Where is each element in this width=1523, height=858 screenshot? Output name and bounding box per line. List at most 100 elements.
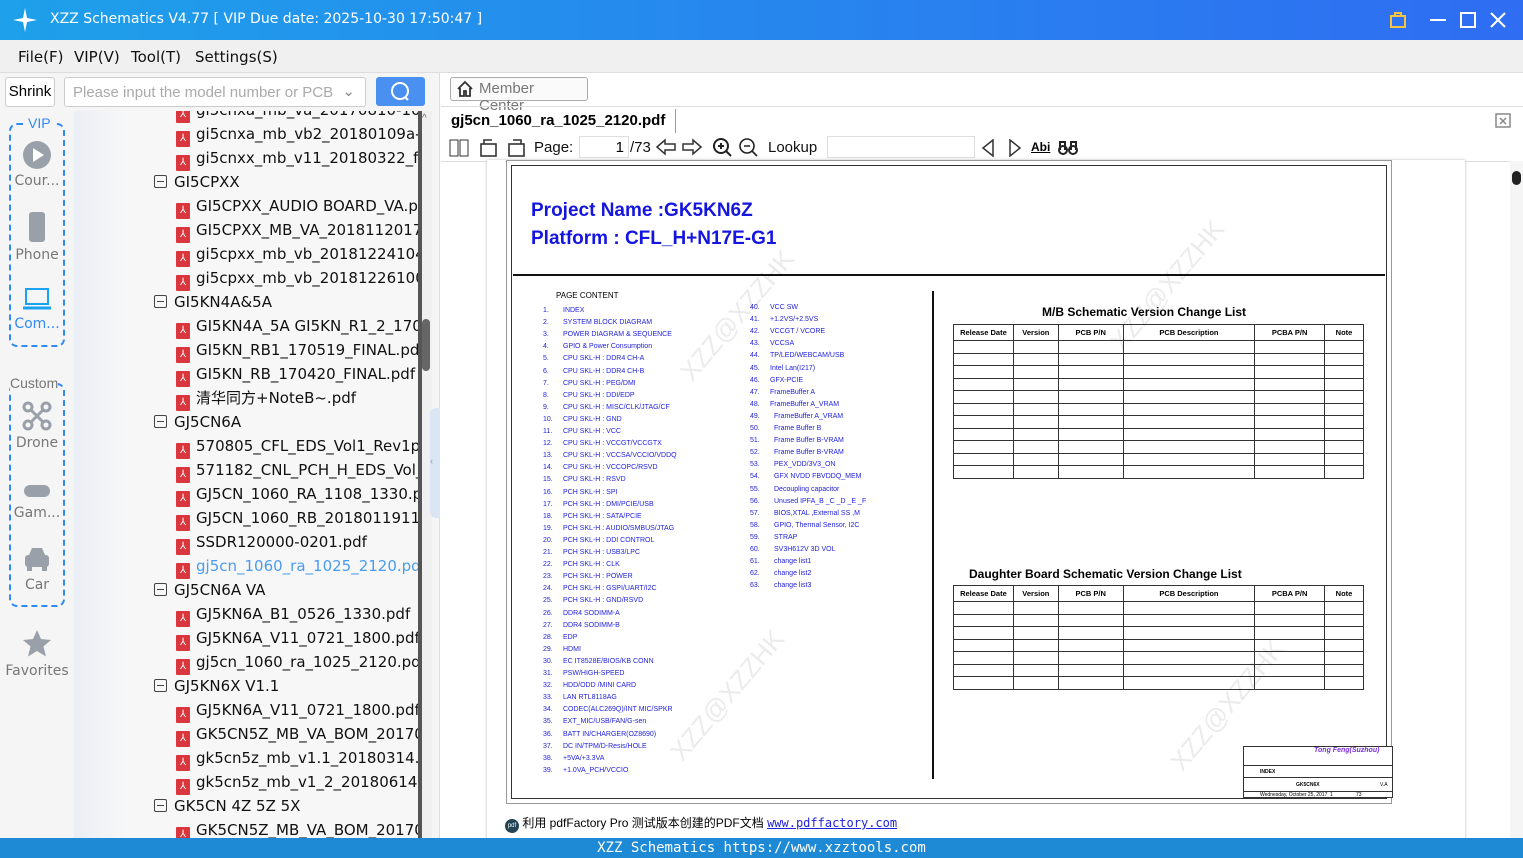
pdf-file-icon[interactable]: ⅄ <box>176 155 190 171</box>
collapse-icon[interactable] <box>154 295 167 308</box>
pdf-file-icon[interactable]: ⅄ <box>176 203 190 219</box>
binoculars-icon[interactable] <box>1058 138 1078 156</box>
tree-group[interactable]: GJ5CN6A VA <box>154 578 265 602</box>
tree-file[interactable]: ⅄ gi5cpxx_mb_vb_201812241045.p <box>176 242 418 267</box>
tree-group[interactable]: GI5CPXX <box>154 170 240 194</box>
pdf-file-icon[interactable]: ⅄ <box>176 227 190 243</box>
close-icon[interactable] <box>1490 12 1506 28</box>
tree-file[interactable]: ⅄ GJ5KN6A_V11_0721_1800.pdf <box>176 626 418 651</box>
tree-file[interactable]: ⅄ gk5cn5z_mb_v1.1_20180314.pdf <box>176 746 418 771</box>
find-next-icon[interactable] <box>1008 139 1022 157</box>
pdf-file-icon[interactable]: ⅄ <box>176 779 190 795</box>
pdf-file-icon[interactable]: ⅄ <box>176 515 190 531</box>
tree-file[interactable]: ⅄ gj5cn_1060_ra_1025_2120.pdf <box>176 650 418 675</box>
prev-page-icon[interactable] <box>656 138 676 156</box>
model-search-input[interactable]: Please input the model number or PCB ⌄ <box>64 77 366 107</box>
tree-file[interactable]: ⅄ GI5CPXX_MB_VA_2018112017550 <box>176 218 418 243</box>
rotate-right-icon[interactable] <box>506 137 526 157</box>
sidebar-item-favorites[interactable]: Favorites <box>0 629 74 679</box>
tree-file[interactable]: ⅄gi5cnxa_mb_va_20170810-1030_ <box>176 111 418 123</box>
menu-vip[interactable]: VIP(V) <box>74 48 120 66</box>
scroll-thumb[interactable] <box>422 319 430 371</box>
sidebar-item-phone[interactable]: Phone <box>0 211 74 263</box>
tree-group[interactable]: GJ5CN6A <box>154 410 241 434</box>
sidebar-item-courses[interactable]: Cour... <box>0 141 74 189</box>
pdf-file-icon[interactable]: ⅄ <box>176 371 190 387</box>
collapse-panel-handle[interactable]: ‹ <box>430 408 440 518</box>
pdf-file-icon[interactable]: ⅄ <box>176 395 190 411</box>
pdf-file-icon[interactable]: ⅄ <box>176 827 190 838</box>
lookup-input[interactable] <box>827 136 975 158</box>
sidebar-item-car[interactable]: Car <box>0 545 74 593</box>
pdf-file-icon[interactable]: ⅄ <box>176 635 190 651</box>
pdf-file-icon[interactable]: ⅄ <box>176 251 190 267</box>
pdf-file-icon[interactable]: ⅄ <box>176 491 190 507</box>
sidebar-item-game[interactable]: Gam... <box>0 481 74 521</box>
tree-file[interactable]: ⅄ gk5cn5z_mb_v1_2_20180614.pd <box>176 770 418 795</box>
pdf-file-icon[interactable]: ⅄ <box>176 275 190 291</box>
tree-file[interactable]: ⅄ 清华同方+NoteB~.pdf <box>176 386 356 411</box>
menu-tool[interactable]: Tool(T) <box>131 48 181 66</box>
pdf-file-icon[interactable]: ⅄ <box>176 731 190 747</box>
vip-bag-icon[interactable] <box>1389 11 1407 29</box>
zoom-out-icon[interactable] <box>739 138 759 158</box>
match-case-button[interactable]: Abi <box>1031 140 1050 154</box>
pdf-file-icon[interactable]: ⅄ <box>176 443 190 459</box>
member-center-button[interactable]: Member Center <box>450 77 588 114</box>
shrink-button[interactable]: Shrink <box>5 77 55 107</box>
pdf-file-icon[interactable]: ⅄ <box>176 563 190 579</box>
collapse-icon[interactable] <box>154 799 167 812</box>
minimize-icon[interactable] <box>1430 12 1446 28</box>
tree-file[interactable]: ⅄ GJ5CN_1060_RA_1108_1330.pdf <box>176 482 418 507</box>
collapse-icon[interactable] <box>154 175 167 188</box>
chevron-down-icon[interactable]: ⌄ <box>342 82 355 100</box>
tree-group[interactable]: GI5KN4A&5A <box>154 290 272 314</box>
pdffactory-link[interactable]: www.pdffactory.com <box>767 816 897 830</box>
tree-file[interactable]: ⅄ GI5KN_RB1_170519_FINAL.pdf <box>176 338 418 363</box>
collapse-icon[interactable] <box>154 679 167 692</box>
scroll-up-icon[interactable]: ^ <box>422 113 427 124</box>
tree-file[interactable]: ⅄ 570805_CFL_EDS_Vol1_Rev1p6.p <box>176 434 418 459</box>
pdf-file-icon[interactable]: ⅄ <box>176 611 190 627</box>
two-page-icon[interactable] <box>449 139 469 157</box>
pdf-file-icon[interactable]: ⅄ <box>176 323 190 339</box>
pdf-file-icon[interactable]: ⅄ <box>176 539 190 555</box>
search-button[interactable] <box>376 77 425 106</box>
maximize-icon[interactable] <box>1460 12 1476 28</box>
find-prev-icon[interactable] <box>981 139 995 157</box>
tree-file[interactable]: ⅄ GI5KN_RB_170420_FINAL.pdf <box>176 362 415 387</box>
document-tab[interactable]: gj5cn_1060_ra_1025_2120.pdf <box>451 109 677 133</box>
rotate-left-icon[interactable] <box>479 137 499 157</box>
collapse-icon[interactable] <box>154 583 167 596</box>
tree-group[interactable]: GJ5KN6X V1.1 <box>154 674 279 698</box>
next-page-icon[interactable] <box>682 138 702 156</box>
pdf-file-icon[interactable]: ⅄ <box>176 467 190 483</box>
viewer-scrollbar[interactable] <box>1510 161 1523 838</box>
scroll-thumb[interactable] <box>1512 171 1521 185</box>
tree-file[interactable]: ⅄ GJ5KN6A_B1_0526_1330.pdf <box>176 602 410 627</box>
sidebar-item-computer[interactable]: Com... <box>0 286 74 332</box>
pdf-file-icon[interactable]: ⅄ <box>176 347 190 363</box>
tree-file[interactable]: ⅄ GI5CPXX_AUDIO BOARD_VA.pd <box>176 194 418 219</box>
tree-file[interactable]: ⅄ gi5cpxx_mb_vb_201812261000.p <box>176 266 418 291</box>
pdf-file-icon[interactable]: ⅄ <box>176 659 190 675</box>
tree-file[interactable]: ⅄ GK5CN5Z_MB_VA_BOM_20170920 <box>176 722 418 747</box>
tree-file[interactable]: ⅄ gi5cnxa_mb_vb2_20180109a-fin <box>176 122 418 147</box>
tree-file[interactable]: ⅄ gi5cnxx_mb_v11_20180322_fina <box>176 146 418 171</box>
collapse-icon[interactable] <box>154 415 167 428</box>
tree-file[interactable]: ⅄ GJ5CN_1060_RB_201801191121. <box>176 506 418 531</box>
close-tab-icon[interactable] <box>1494 111 1512 129</box>
pdf-file-icon[interactable]: ⅄ <box>176 707 190 723</box>
tree-file[interactable]: ⅄ GK5CN5Z_MB_VA_BOM_20170920 <box>176 818 418 838</box>
page-number-input[interactable]: 1 <box>579 136 629 158</box>
tree-file[interactable]: ⅄ GI5KN4A_5A GI5KN_R1_2_17072 <box>176 314 418 339</box>
pdf-file-icon[interactable]: ⅄ <box>176 755 190 771</box>
zoom-in-icon[interactable] <box>713 138 733 158</box>
sidebar-item-drone[interactable]: Drone <box>0 401 74 451</box>
tree-file[interactable]: ⅄ GJ5KN6A_V11_0721_1800.pdf <box>176 698 418 723</box>
pdf-file-icon[interactable]: ⅄ <box>176 131 190 147</box>
menu-file[interactable]: File(F) <box>18 48 63 66</box>
tree-file[interactable]: ⅄ SSDR120000-0201.pdf <box>176 530 367 555</box>
tree-file[interactable]: ⅄ 571182_CNL_PCH_H_EDS_Vol_1_ <box>176 458 418 483</box>
tree-group[interactable]: GK5CN 4Z 5Z 5X <box>154 794 300 818</box>
